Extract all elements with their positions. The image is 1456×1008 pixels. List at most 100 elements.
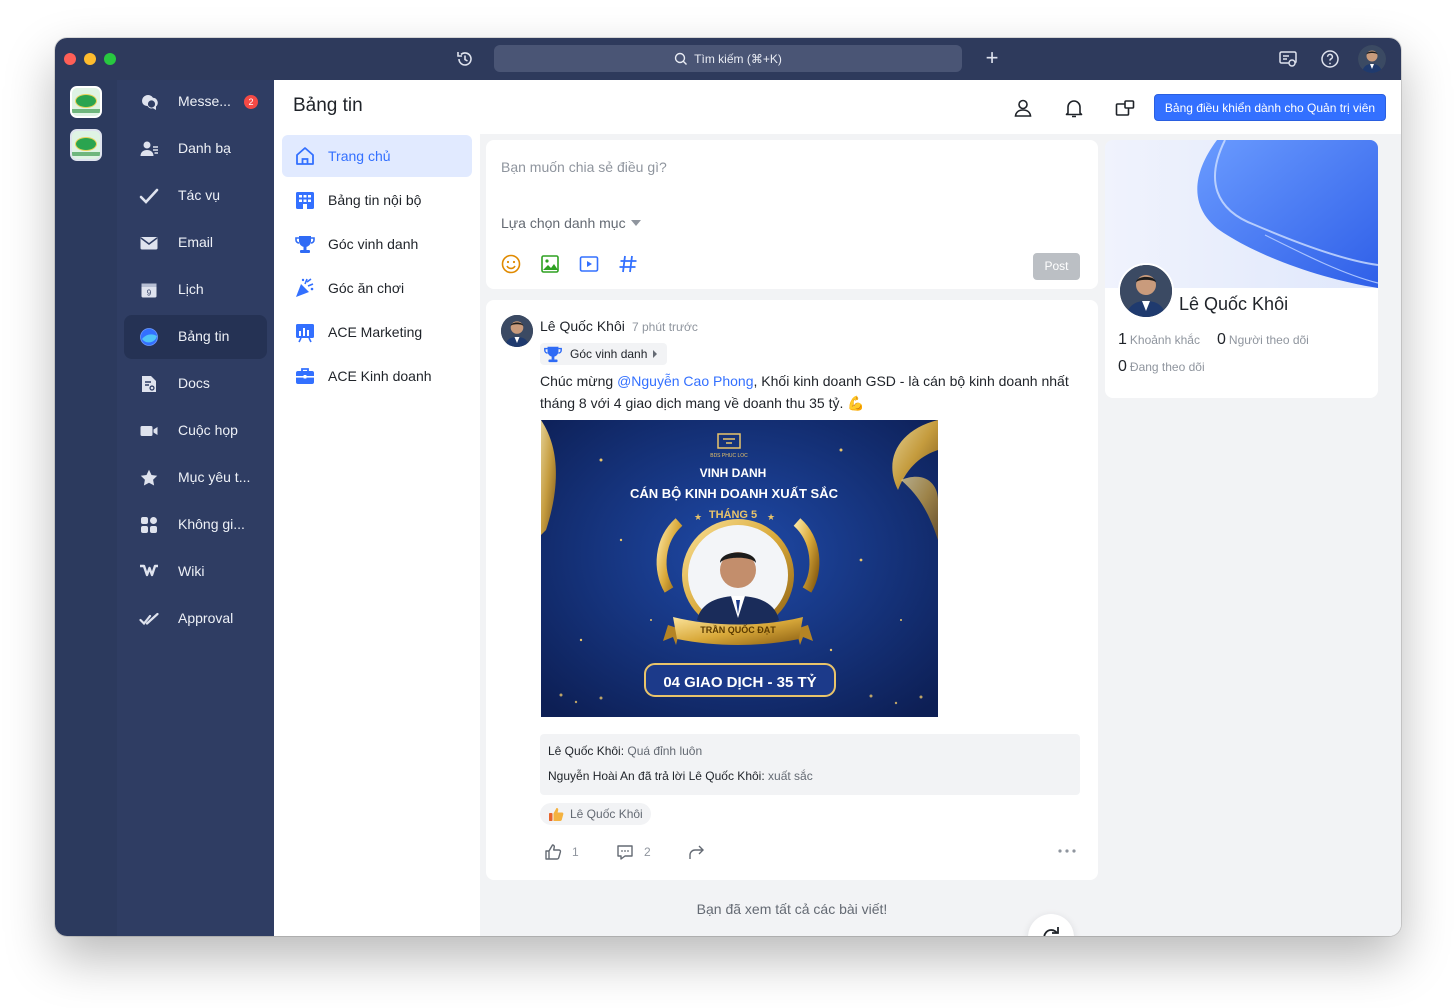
- caret-right-icon: [653, 350, 658, 358]
- close-window-button[interactable]: [64, 53, 76, 65]
- screen-share-icon[interactable]: [1277, 48, 1299, 70]
- app-window: Tìm kiếm (⌘+K) + Messe... 2 Danh bạ Tác …: [55, 38, 1401, 936]
- feed-menu-item-marketing[interactable]: ACE Marketing: [282, 311, 472, 353]
- feed-menu-item-home[interactable]: Trang chủ: [282, 135, 472, 177]
- help-icon[interactable]: [1319, 48, 1341, 70]
- svg-text:THÁNG 5: THÁNG 5: [709, 508, 757, 521]
- hashtag-icon[interactable]: [617, 253, 639, 275]
- bell-icon[interactable]: [1063, 97, 1085, 119]
- minimize-window-button[interactable]: [84, 53, 96, 65]
- post-author-avatar[interactable]: [501, 315, 533, 347]
- trophy-icon: [544, 346, 562, 363]
- nav-item-approval[interactable]: Approval: [124, 597, 267, 641]
- main-navigation: Messe... 2 Danh bạ Tác vụ Email 9 Lịch B…: [117, 80, 274, 936]
- organization-logo[interactable]: [70, 129, 102, 161]
- stat-number: 0: [1118, 358, 1127, 375]
- post-text: Chúc mừng @Nguyễn Cao Phong, Khối kinh d…: [540, 373, 1069, 411]
- nav-item-workplace[interactable]: Không gi...: [124, 503, 267, 547]
- share-button[interactable]: [688, 843, 706, 861]
- calendar-icon: 9: [141, 283, 157, 298]
- category-select[interactable]: Lựa chọn danh mục: [501, 215, 641, 231]
- feed-area: Bạn muốn chia sẻ điều gì? Lựa chọn danh …: [480, 134, 1401, 936]
- reaction-chip[interactable]: Lê Quốc Khôi: [540, 803, 651, 825]
- window-switch-icon[interactable]: [1114, 97, 1136, 119]
- nav-label: Bảng tin: [178, 328, 230, 344]
- feed-menu-item-honor[interactable]: Góc vinh danh: [282, 223, 472, 265]
- video-upload-icon[interactable]: [578, 253, 600, 275]
- party-icon: [296, 278, 314, 297]
- nav-item-moments[interactable]: Bảng tin: [124, 315, 267, 359]
- svg-text:BDS PHUC LOC: BDS PHUC LOC: [710, 453, 748, 459]
- avatar[interactable]: [1358, 45, 1386, 73]
- nav-item-wiki[interactable]: Wiki: [124, 550, 267, 594]
- post-button[interactable]: Post: [1033, 253, 1080, 280]
- page-title: Bảng tin: [293, 95, 363, 116]
- feed-menu-item-fun[interactable]: Góc ăn chơi: [282, 267, 472, 309]
- category-select-label: Lựa chọn danh mục: [501, 215, 626, 231]
- feed-menu-label: Bảng tin nội bộ: [328, 192, 422, 208]
- post-category-tag[interactable]: Góc vinh danh: [540, 343, 668, 365]
- nav-item-favorites[interactable]: Mục yêu t...: [124, 456, 267, 500]
- stat-label: Khoảnh khắc: [1129, 333, 1200, 347]
- thumbs-up-emoji-icon: [549, 808, 564, 821]
- nav-label: Cuộc họp: [178, 422, 238, 438]
- organization-rail: [55, 80, 117, 936]
- search-label: Tìm kiếm (⌘+K): [694, 51, 782, 66]
- feed-menu-label: Góc vinh danh: [328, 236, 419, 252]
- nav-item-meetings[interactable]: Cuộc họp: [124, 409, 267, 453]
- nav-item-docs[interactable]: Docs: [124, 362, 267, 406]
- nav-label: Danh bạ: [178, 140, 231, 156]
- svg-text:★: ★: [694, 513, 702, 523]
- chart-icon: [296, 324, 314, 343]
- plus-icon[interactable]: +: [982, 47, 1002, 69]
- comment-item: Lê Quốc Khôi: Quá đỉnh luôn: [548, 744, 702, 758]
- stat-following[interactable]: 0 Đang theo dõi: [1118, 358, 1205, 376]
- organization-logo-active[interactable]: [70, 86, 102, 118]
- feed-menu-item-sales[interactable]: ACE Kinh doanh: [282, 355, 472, 397]
- nav-item-contacts[interactable]: Danh bạ: [124, 127, 267, 171]
- stat-followers[interactable]: 0 Người theo dõi: [1217, 331, 1309, 349]
- nav-item-email[interactable]: Email: [124, 221, 267, 265]
- feed-menu-item-internal[interactable]: Bảng tin nội bộ: [282, 179, 472, 221]
- search-icon: [674, 52, 688, 65]
- post-composer: Bạn muốn chia sẻ điều gì? Lựa chọn danh …: [486, 140, 1098, 289]
- like-button[interactable]: 1: [544, 843, 579, 861]
- feed-category-menu: Trang chủ Bảng tin nội bộ Góc vinh danh …: [274, 134, 480, 936]
- nav-item-tasks[interactable]: Tác vụ: [124, 174, 267, 218]
- more-options-icon[interactable]: [1056, 842, 1078, 860]
- image-icon[interactable]: [539, 253, 561, 275]
- nav-label: Docs: [178, 375, 210, 391]
- history-icon[interactable]: [455, 49, 475, 69]
- stat-number: 0: [1217, 331, 1226, 348]
- stat-number: 1: [1118, 331, 1127, 348]
- feed-menu-label: Góc ăn chơi: [328, 280, 405, 296]
- admin-console-button[interactable]: Bảng điều khiển dành cho Quản trị viên: [1154, 94, 1386, 121]
- global-search-bar[interactable]: Tìm kiếm (⌘+K): [494, 45, 962, 72]
- moments-icon: [140, 328, 158, 346]
- profile-avatar[interactable]: [1118, 263, 1174, 319]
- refresh-button[interactable]: [1028, 914, 1074, 936]
- stat-moments[interactable]: 1 Khoảnh khắc: [1118, 331, 1200, 349]
- stat-label: Người theo dõi: [1228, 333, 1309, 347]
- profile-name[interactable]: Lê Quốc Khôi: [1179, 294, 1288, 315]
- emoji-icon[interactable]: [500, 253, 522, 275]
- svg-text:TRẦN QUỐC ĐẠT: TRẦN QUỐC ĐẠT: [700, 624, 776, 635]
- mention-link[interactable]: @Nguyễn Cao Phong: [617, 373, 753, 389]
- stat-label: Đang theo dõi: [1129, 360, 1205, 374]
- post-author-name[interactable]: Lê Quốc Khôi: [540, 318, 625, 334]
- profile-icon[interactable]: [1012, 97, 1034, 119]
- nav-label: Messe...: [178, 93, 231, 109]
- post-image[interactable]: BDS PHUC LOC VINH DANH CÁN BỘ KINH DOANH…: [541, 420, 938, 717]
- nav-item-messenger[interactable]: Messe... 2: [124, 80, 267, 124]
- caret-down-icon: [630, 220, 641, 226]
- comment-item: Nguyễn Hoài An đã trả lời Lê Quốc Khôi: …: [548, 769, 813, 783]
- comments-preview[interactable]: Lê Quốc Khôi: Quá đỉnh luôn Nguyễn Hoài …: [540, 734, 1080, 795]
- comment-author: Lê Quốc Khôi:: [548, 744, 625, 758]
- composer-input[interactable]: Bạn muốn chia sẻ điều gì?: [501, 159, 667, 175]
- svg-text:VINH DANH: VINH DANH: [700, 466, 767, 480]
- tasks-icon: [139, 188, 159, 204]
- comment-button[interactable]: 2: [616, 843, 651, 861]
- zoom-window-button[interactable]: [104, 53, 116, 65]
- nav-item-calendar[interactable]: 9 Lịch: [124, 268, 267, 312]
- feed-menu-label: Trang chủ: [328, 148, 391, 164]
